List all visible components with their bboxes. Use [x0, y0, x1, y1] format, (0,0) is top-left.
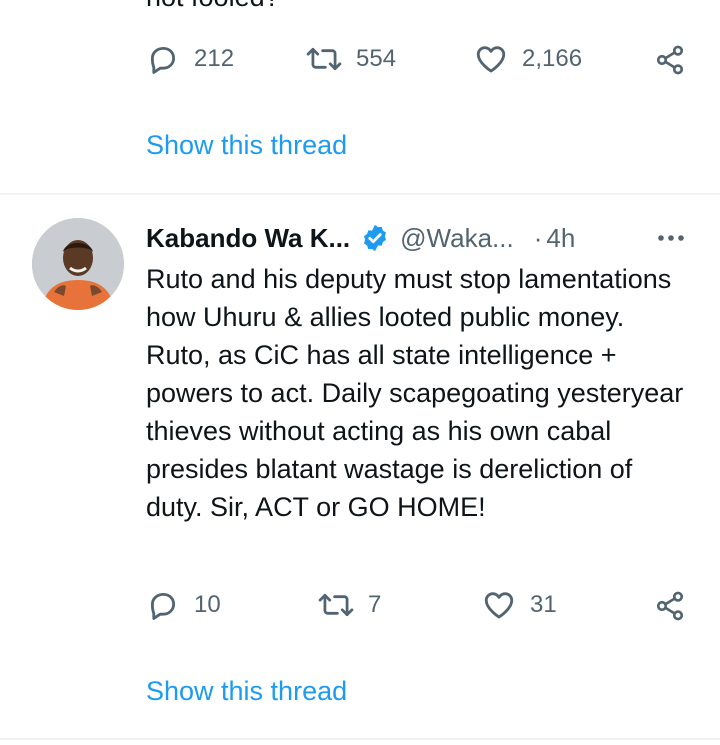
- like-button[interactable]: 2,166: [474, 42, 582, 76]
- retweet-count: 554: [356, 45, 397, 72]
- tweet-header: Kabando Wa K... @Waka... · 4h: [146, 220, 575, 256]
- retweet-count: 7: [368, 591, 382, 618]
- more-options-button[interactable]: [656, 226, 686, 255]
- share-icon: [654, 591, 686, 626]
- share-button[interactable]: [654, 44, 686, 81]
- author-name[interactable]: Kabando Wa K...: [146, 223, 350, 254]
- previous-tweet-text: not fooled?: [146, 0, 280, 16]
- reply-count: 10: [194, 591, 221, 618]
- reply-icon: [146, 42, 180, 76]
- author-handle[interactable]: @Waka...: [400, 223, 514, 254]
- separator-dot: ·: [533, 222, 543, 253]
- heart-icon: [474, 42, 508, 76]
- show-thread-link[interactable]: Show this thread: [146, 676, 347, 707]
- avatar-image: [32, 218, 124, 310]
- like-count: 2,166: [522, 45, 583, 72]
- share-icon: [654, 45, 686, 80]
- heart-icon: [482, 588, 516, 622]
- tweet-text: Ruto and his deputy must stop lamentatio…: [146, 264, 684, 522]
- timestamp[interactable]: 4h: [546, 223, 575, 254]
- divider: [0, 193, 720, 195]
- show-thread-link[interactable]: Show this thread: [146, 130, 347, 161]
- retweet-icon: [318, 588, 354, 622]
- retweet-icon: [306, 42, 342, 76]
- more-icon: [656, 235, 686, 254]
- verified-badge-icon: [360, 223, 390, 253]
- avatar[interactable]: [32, 218, 124, 310]
- retweet-button[interactable]: 7: [318, 588, 381, 622]
- retweet-button[interactable]: 554: [306, 42, 396, 76]
- reply-button[interactable]: 10: [146, 588, 221, 622]
- like-count: 31: [530, 591, 557, 618]
- reply-icon: [146, 588, 180, 622]
- reply-count: 212: [194, 45, 235, 72]
- share-button[interactable]: [654, 590, 686, 627]
- like-button[interactable]: 31: [482, 588, 557, 622]
- reply-button[interactable]: 212: [146, 42, 234, 76]
- divider: [0, 738, 720, 740]
